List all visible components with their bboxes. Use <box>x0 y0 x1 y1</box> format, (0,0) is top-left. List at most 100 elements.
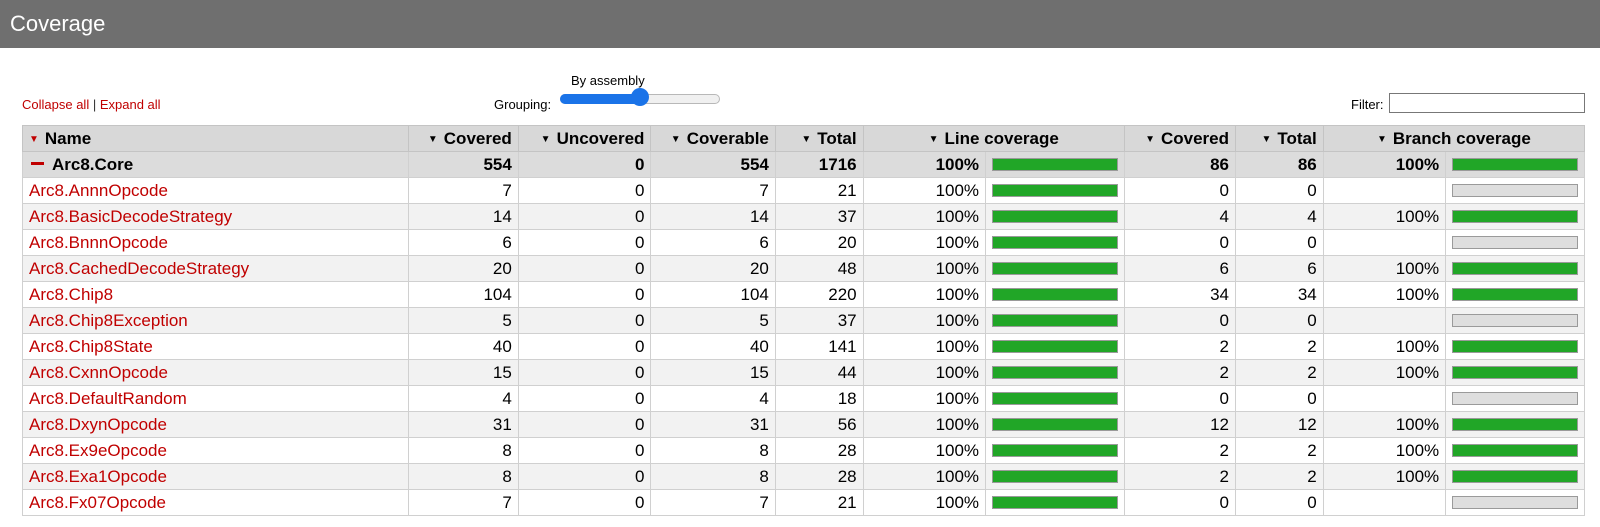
column-header-branch-coverage[interactable]: ▼ Branch coverage <box>1322 125 1586 152</box>
assembly-row[interactable]: Arc8.Core 554 0 554 1716 100% 86 86 100% <box>22 151 1585 178</box>
column-header-uncovered[interactable]: ▼ Uncovered <box>517 125 652 152</box>
assembly-line-bar-cell <box>985 151 1125 178</box>
column-header-name[interactable]: ▼ Name <box>22 125 409 152</box>
line-pct-cell: 100% <box>862 333 987 360</box>
branch-coverage-bar <box>1452 340 1578 353</box>
class-link[interactable]: Arc8.CachedDecodeStrategy <box>29 259 249 278</box>
table-row[interactable]: Arc8.BasicDecodeStrategy 14 0 14 37 100% 4 4 100… <box>22 203 1585 230</box>
branch-pct-cell: 100% <box>1322 255 1447 282</box>
class-name-cell: Arc8.Chip8Exception <box>22 307 409 334</box>
branch-pct-cell <box>1322 307 1447 334</box>
column-header-coverable[interactable]: ▼ Coverable <box>650 125 776 152</box>
uncovered-cell: 0 <box>517 255 652 282</box>
column-header-covered[interactable]: ▼ Covered <box>407 125 519 152</box>
branch-coverage-bar <box>1452 366 1578 379</box>
coverable-cell: 104 <box>650 281 776 308</box>
branch-total-cell: 0 <box>1235 307 1324 334</box>
branch-coverage-bar-cell <box>1445 359 1585 386</box>
branch-total-cell: 2 <box>1235 463 1324 490</box>
bar-fill <box>993 185 1117 196</box>
total-cell: 28 <box>774 463 864 490</box>
coverable-cell: 31 <box>650 411 776 438</box>
line-coverage-bar-cell <box>985 463 1125 490</box>
covered-cell: 20 <box>407 255 519 282</box>
assembly-name-cell[interactable]: Arc8.Core <box>22 151 409 178</box>
class-name-cell: Arc8.DefaultRandom <box>22 385 409 412</box>
collapse-icon[interactable] <box>31 161 44 165</box>
grouping-label: Grouping: <box>494 97 552 112</box>
class-link[interactable]: Arc8.Exa1Opcode <box>29 467 167 486</box>
class-link[interactable]: Arc8.DxynOpcode <box>29 415 167 434</box>
coverable-cell: 7 <box>650 489 776 516</box>
expand-all-link[interactable]: Expand all <box>100 97 161 112</box>
branch-coverage-bar <box>1452 210 1578 223</box>
table-row[interactable]: Arc8.Chip8State 40 0 40 141 100% 2 2 100% <box>22 333 1585 360</box>
class-link[interactable]: Arc8.BasicDecodeStrategy <box>29 207 232 226</box>
table-row[interactable]: Arc8.CxnnOpcode 15 0 15 44 100% 2 2 100% <box>22 359 1585 386</box>
class-link[interactable]: Arc8.CxnnOpcode <box>29 363 168 382</box>
class-link[interactable]: Arc8.Ex9eOpcode <box>29 441 167 460</box>
table-row[interactable]: Arc8.AnnnOpcode 7 0 7 21 100% 0 0 <box>22 177 1585 204</box>
assembly-branch-bar-cell <box>1445 151 1585 178</box>
class-link[interactable]: Arc8.Fx07Opcode <box>29 493 166 512</box>
coverable-cell: 20 <box>650 255 776 282</box>
branch-coverage-bar <box>1452 288 1578 301</box>
table-row[interactable]: Arc8.Ex9eOpcode 8 0 8 28 100% 2 2 100% <box>22 437 1585 464</box>
bar-fill <box>1453 289 1577 300</box>
branch-coverage-bar-cell <box>1445 203 1585 230</box>
uncovered-cell: 0 <box>517 203 652 230</box>
branch-coverage-bar-cell <box>1445 177 1585 204</box>
column-header-total[interactable]: ▼ Total <box>774 125 864 152</box>
column-header-branch-covered[interactable]: ▼ Covered <box>1123 125 1237 152</box>
class-link[interactable]: Arc8.AnnnOpcode <box>29 181 168 200</box>
sort-icon: ▼ <box>801 133 812 145</box>
table-row[interactable]: Arc8.CachedDecodeStrategy 20 0 20 48 100% 6 6 10… <box>22 255 1585 282</box>
table-row[interactable]: Arc8.Exa1Opcode 8 0 8 28 100% 2 2 100% <box>22 463 1585 490</box>
grouping-slider[interactable] <box>560 88 720 106</box>
branch-covered-cell: 12 <box>1123 411 1237 438</box>
line-coverage-bar-cell <box>985 411 1125 438</box>
filter-label: Filter: <box>1351 97 1384 112</box>
column-header-branch-total[interactable]: ▼ Total <box>1235 125 1324 152</box>
class-name-cell: Arc8.BnnnOpcode <box>22 229 409 256</box>
class-link[interactable]: Arc8.BnnnOpcode <box>29 233 168 252</box>
uncovered-cell: 0 <box>517 359 652 386</box>
sort-desc-icon: ▼ <box>29 133 39 145</box>
branch-pct-cell: 100% <box>1322 463 1447 490</box>
branch-coverage-bar <box>1452 470 1578 483</box>
line-coverage-bar-cell <box>985 333 1125 360</box>
filter-input[interactable] <box>1389 93 1585 113</box>
class-link[interactable]: Arc8.Chip8Exception <box>29 311 188 330</box>
bar-fill <box>1453 211 1577 222</box>
branch-total-cell: 0 <box>1235 489 1324 516</box>
branch-total-cell: 6 <box>1235 255 1324 282</box>
assembly-line-pct: 100% <box>862 151 987 178</box>
grouping-value-label: By assembly <box>571 73 645 88</box>
line-coverage-bar <box>992 366 1118 379</box>
branch-coverage-bar <box>1452 444 1578 457</box>
slider-thumb[interactable] <box>631 88 649 106</box>
class-name-cell: Arc8.BasicDecodeStrategy <box>22 203 409 230</box>
line-coverage-bar <box>992 158 1118 171</box>
table-row[interactable]: Arc8.BnnnOpcode 6 0 6 20 100% 0 0 <box>22 229 1585 256</box>
line-coverage-bar-cell <box>985 177 1125 204</box>
table-row[interactable]: Arc8.DefaultRandom 4 0 4 18 100% 0 0 <box>22 385 1585 412</box>
class-link[interactable]: Arc8.DefaultRandom <box>29 389 187 408</box>
collapse-all-link[interactable]: Collapse all <box>22 97 89 112</box>
branch-pct-cell: 100% <box>1322 333 1447 360</box>
branch-covered-cell: 2 <box>1123 359 1237 386</box>
line-coverage-bar-cell <box>985 255 1125 282</box>
class-link[interactable]: Arc8.Chip8State <box>29 337 153 356</box>
class-link[interactable]: Arc8.Chip8 <box>29 285 113 304</box>
column-header-line-coverage[interactable]: ▼ Line coverage <box>862 125 1125 152</box>
table-row[interactable]: Arc8.DxynOpcode 31 0 31 56 100% 12 12 100% <box>22 411 1585 438</box>
table-row[interactable]: Arc8.Chip8 104 0 104 220 100% 34 34 100% <box>22 281 1585 308</box>
branch-total-cell: 2 <box>1235 359 1324 386</box>
branch-total-cell: 0 <box>1235 229 1324 256</box>
line-pct-cell: 100% <box>862 203 987 230</box>
uncovered-cell: 0 <box>517 281 652 308</box>
table-row[interactable]: Arc8.Fx07Opcode 7 0 7 21 100% 0 0 <box>22 489 1585 516</box>
branch-coverage-bar <box>1452 314 1578 327</box>
line-pct-cell: 100% <box>862 463 987 490</box>
table-row[interactable]: Arc8.Chip8Exception 5 0 5 37 100% 0 0 <box>22 307 1585 334</box>
